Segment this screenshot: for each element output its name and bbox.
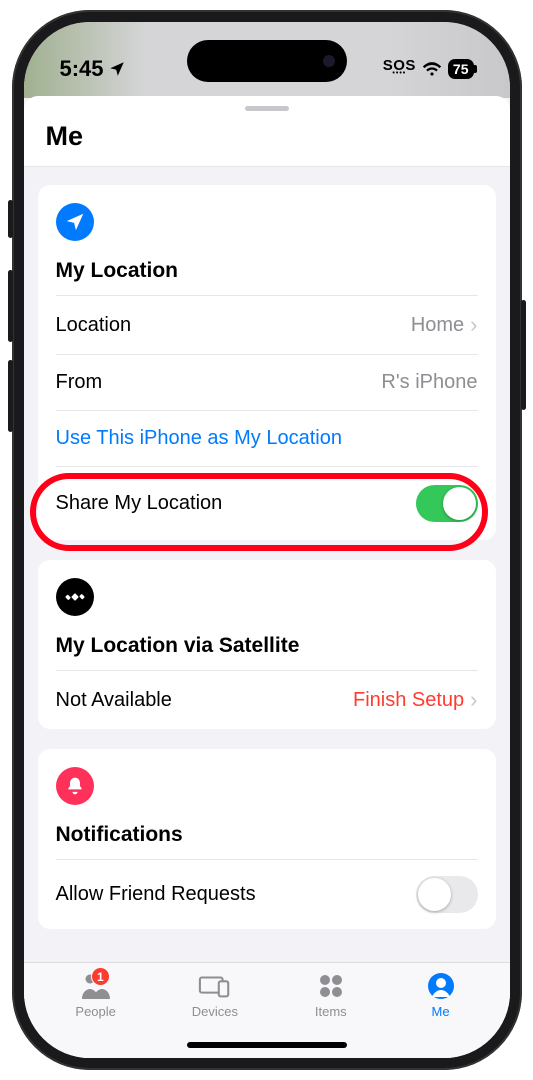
chevron-right-icon: › (470, 687, 477, 713)
my-location-title: My Location (56, 259, 478, 283)
people-badge: 1 (91, 967, 110, 986)
home-indicator[interactable] (187, 1042, 347, 1048)
tab-people[interactable]: 1 People (75, 971, 115, 1019)
finish-setup-link[interactable]: Finish Setup (353, 689, 464, 712)
chevron-right-icon: › (470, 312, 477, 338)
tab-people-label: People (75, 1004, 115, 1019)
allow-friend-requests-row[interactable]: Allow Friend Requests (56, 859, 478, 929)
tab-devices-label: Devices (192, 1004, 238, 1019)
tab-items-label: Items (315, 1004, 347, 1019)
side-button (521, 300, 526, 410)
satellite-card: My Location via Satellite Not Available … (38, 560, 496, 729)
use-this-iphone-link[interactable]: Use This iPhone as My Location (56, 410, 478, 466)
satellite-status: Not Available (56, 689, 172, 712)
side-button (8, 270, 13, 342)
from-label: From (56, 371, 103, 394)
share-my-location-row[interactable]: Share My Location (56, 466, 478, 540)
battery-indicator: 75 (448, 59, 474, 79)
phone-frame: 5:45 SOS•••• 75 Me My Location (12, 10, 522, 1070)
satellite-row[interactable]: Not Available Finish Setup › (56, 670, 478, 729)
wifi-icon (422, 61, 442, 77)
dynamic-island (187, 40, 347, 82)
tab-me[interactable]: Me (424, 971, 458, 1019)
devices-icon (198, 971, 232, 1001)
location-row[interactable]: Location Home › (56, 295, 478, 354)
bell-icon (56, 767, 94, 805)
tab-items[interactable]: Items (314, 971, 348, 1019)
status-time: 5:45 (60, 56, 104, 82)
scroll-content[interactable]: My Location Location Home › From R's iPho… (24, 167, 510, 962)
tab-devices[interactable]: Devices (192, 971, 238, 1019)
screen: 5:45 SOS•••• 75 Me My Location (24, 22, 510, 1058)
sos-indicator: SOS•••• (383, 61, 416, 76)
my-location-card: My Location Location Home › From R's iPho… (38, 185, 496, 540)
allow-friend-requests-toggle[interactable] (416, 876, 478, 913)
tab-me-label: Me (432, 1004, 450, 1019)
me-icon (424, 971, 458, 1001)
sheet-grabber[interactable] (245, 106, 289, 111)
share-my-location-toggle[interactable] (416, 485, 478, 522)
items-icon (314, 971, 348, 1001)
content-sheet: Me My Location Location Home › (24, 96, 510, 1058)
satellite-icon (56, 578, 94, 616)
from-row[interactable]: From R's iPhone (56, 354, 478, 410)
satellite-title: My Location via Satellite (56, 634, 478, 658)
allow-label: Allow Friend Requests (56, 883, 256, 906)
notifications-card: Notifications Allow Friend Requests (38, 749, 496, 929)
side-button (8, 200, 13, 238)
side-button (8, 360, 13, 432)
share-label: Share My Location (56, 492, 223, 515)
location-value: Home (411, 314, 464, 337)
page-title: Me (24, 115, 510, 167)
location-arrow-icon (108, 60, 126, 78)
location-icon (56, 203, 94, 241)
notifications-title: Notifications (56, 823, 478, 847)
location-label: Location (56, 314, 132, 337)
from-value: R's iPhone (381, 371, 477, 394)
